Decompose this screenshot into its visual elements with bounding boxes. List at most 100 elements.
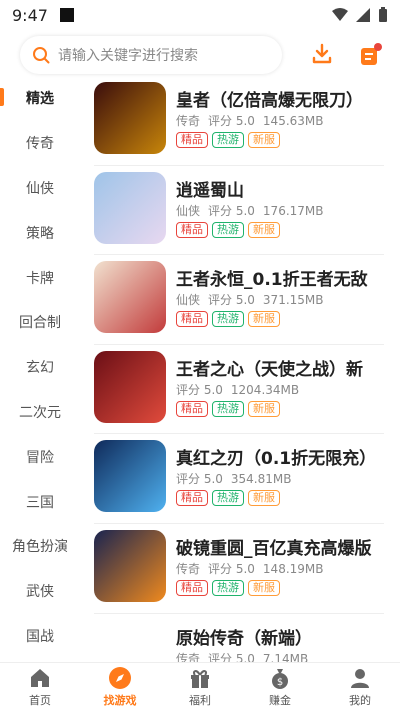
signal-icon bbox=[356, 8, 370, 22]
category-sidebar: 精选 传奇 仙侠 策略 卡牌 回合制 玄幻 二次元 冒险 三国 角色扮演 武侠 … bbox=[0, 76, 80, 662]
sidebar-item-label: 三国 bbox=[26, 494, 54, 511]
game-title: 原始传奇（新端） bbox=[176, 628, 312, 649]
tab-earn[interactable]: $ 赚金 bbox=[240, 663, 320, 711]
sidebar-item-maoxian[interactable]: 冒险 bbox=[0, 434, 80, 479]
game-title: 王者之心（天使之战）新 bbox=[176, 359, 363, 380]
game-title: 王者永恒_0.1折王者无敌 bbox=[176, 270, 368, 291]
svg-text:$: $ bbox=[277, 677, 283, 688]
game-tags: 精品 热游 新服 bbox=[176, 490, 280, 507]
battery-icon bbox=[379, 7, 387, 22]
sidebar-item-label: 精选 bbox=[26, 91, 54, 108]
game-title: 破镜重圆_百亿真充高爆版 bbox=[176, 538, 372, 559]
game-rating: 评分 5.0 bbox=[208, 203, 255, 218]
sidebar-item-guozhan[interactable]: 国战 bbox=[0, 614, 80, 659]
game-icon bbox=[94, 82, 166, 154]
game-icon bbox=[94, 350, 166, 423]
sidebar-item-label: 武侠 bbox=[26, 584, 54, 601]
money-bag-icon: $ bbox=[272, 669, 288, 689]
sidebar-item-juese[interactable]: 角色扮演 bbox=[0, 524, 80, 569]
sidebar-item-label: 策略 bbox=[26, 225, 54, 242]
tag-reyou: 热游 bbox=[212, 490, 244, 507]
tab-label: 赚金 bbox=[269, 694, 291, 707]
game-list-item[interactable]: 逍遥蜀山 仙侠 评分 5.0 176.17MB 精品 热游 新服 bbox=[94, 166, 384, 256]
game-icon bbox=[94, 261, 166, 334]
download-icon[interactable] bbox=[310, 42, 334, 66]
sidebar-item-label: 二次元 bbox=[19, 404, 61, 421]
search-row: 请输入关键字进行搜索 bbox=[20, 36, 390, 74]
sidebar-item-erciyuan[interactable]: 二次元 bbox=[0, 390, 80, 435]
sidebar-item-label: 国战 bbox=[26, 628, 54, 645]
game-rating: 评分 5.0 bbox=[176, 472, 223, 487]
sidebar-item-xianxia[interactable]: 仙侠 bbox=[0, 166, 80, 211]
game-size: 371.15MB bbox=[262, 293, 324, 308]
tag-xinfu: 新服 bbox=[248, 132, 280, 148]
game-size: 7.14MB bbox=[262, 651, 309, 662]
game-size: 148.19MB bbox=[262, 561, 324, 576]
message-icon[interactable] bbox=[358, 42, 382, 68]
wifi-icon bbox=[332, 8, 348, 21]
status-time: 9:47 bbox=[12, 5, 48, 25]
game-rating: 评分 5.0 bbox=[208, 293, 255, 308]
tag-reyou: 热游 bbox=[212, 579, 244, 596]
sidebar-item-xuanhuan[interactable]: 玄幻 bbox=[0, 345, 80, 390]
game-genre: 仙侠 bbox=[176, 293, 201, 308]
tag-reyou: 热游 bbox=[212, 132, 244, 148]
tab-mine[interactable]: 我的 bbox=[320, 663, 400, 711]
tab-welfare[interactable]: 福利 bbox=[160, 663, 240, 711]
sidebar-item-jingxuan[interactable]: 精选 bbox=[0, 76, 80, 121]
game-tags: 精品 热游 新服 bbox=[176, 400, 280, 417]
sidebar-item-label: 玄幻 bbox=[26, 360, 54, 377]
game-list-item[interactable]: 王者之心（天使之战）新 评分 5.0 1204.34MB 精品 热游 新服 bbox=[94, 345, 384, 435]
game-genre: 仙侠 bbox=[176, 203, 201, 218]
game-tags: 精品 热游 新服 bbox=[176, 579, 280, 596]
tag-xinfu: 新服 bbox=[248, 400, 280, 417]
sidebar-item-label: 仙侠 bbox=[26, 180, 54, 197]
game-meta: 传奇 评分 5.0 145.63MB bbox=[176, 112, 332, 129]
game-meta: 仙侠 评分 5.0 176.17MB bbox=[176, 202, 332, 219]
game-genre: 传奇 bbox=[176, 114, 201, 128]
game-tags: 精品 热游 新服 bbox=[176, 221, 280, 238]
tag-jingpin: 精品 bbox=[176, 311, 208, 328]
tab-label: 我的 bbox=[349, 694, 371, 707]
search-input[interactable]: 请输入关键字进行搜索 bbox=[20, 36, 282, 74]
compass-icon bbox=[109, 667, 131, 689]
tag-xinfu: 新服 bbox=[248, 579, 280, 596]
notification-icon bbox=[59, 8, 74, 22]
sidebar-item-wuxia[interactable]: 武侠 bbox=[0, 569, 80, 614]
sidebar-item-label: 卡牌 bbox=[26, 270, 54, 287]
tag-jingpin: 精品 bbox=[176, 221, 208, 238]
search-icon bbox=[33, 47, 50, 64]
tag-xinfu: 新服 bbox=[248, 490, 280, 507]
sidebar-item-chuanqi[interactable]: 传奇 bbox=[0, 121, 80, 166]
game-list-item[interactable]: 原始传奇（新端） 传奇 评分 5.0 7.14MB bbox=[94, 614, 384, 662]
sidebar-item-celue[interactable]: 策略 bbox=[0, 210, 80, 255]
game-size: 354.81MB bbox=[230, 472, 292, 487]
game-icon bbox=[94, 619, 166, 662]
sidebar-item-label: 回合制 bbox=[19, 315, 61, 332]
sidebar-item-huihezhi[interactable]: 回合制 bbox=[0, 300, 80, 345]
sidebar-item-sanguo[interactable]: 三国 bbox=[0, 479, 80, 524]
game-list-item[interactable]: 破镜重圆_百亿真充高爆版 传奇 评分 5.0 148.19MB 精品 热游 新服 bbox=[94, 524, 384, 614]
game-icon bbox=[94, 440, 166, 513]
tab-label: 找游戏 bbox=[103, 694, 137, 707]
game-list: 皇者（亿倍高爆无限刀） 传奇 评分 5.0 145.63MB 精品 热游 新服 逍遥蜀山… bbox=[94, 76, 384, 662]
tag-xinfu: 新服 bbox=[248, 221, 280, 238]
tab-home[interactable]: 首页 bbox=[0, 663, 80, 711]
game-title: 皇者（亿倍高爆无限刀） bbox=[176, 91, 363, 111]
tag-jingpin: 精品 bbox=[176, 132, 208, 148]
search-placeholder: 请输入关键字进行搜索 bbox=[58, 48, 198, 64]
game-rating: 评分 5.0 bbox=[208, 561, 255, 576]
tag-jingpin: 精品 bbox=[176, 490, 208, 507]
tab-find-games[interactable]: 找游戏 bbox=[80, 663, 160, 711]
game-title: 逍遥蜀山 bbox=[176, 180, 244, 201]
home-icon bbox=[31, 669, 49, 687]
bottom-tab-bar: 首页 找游戏 福利 $ 赚金 我的 bbox=[0, 662, 400, 711]
tag-jingpin: 精品 bbox=[176, 579, 208, 596]
game-list-item[interactable]: 真红之刃（0.1折无限充） 评分 5.0 354.81MB 精品 热游 新服 bbox=[94, 434, 384, 524]
game-size: 145.63MB bbox=[262, 114, 324, 128]
game-list-item[interactable]: 皇者（亿倍高爆无限刀） 传奇 评分 5.0 145.63MB 精品 热游 新服 bbox=[94, 76, 384, 166]
game-tags: 精品 热游 新服 bbox=[176, 311, 280, 328]
status-bar: 9:47 bbox=[0, 0, 400, 30]
game-list-item[interactable]: 王者永恒_0.1折王者无敌 仙侠 评分 5.0 371.15MB 精品 热游 新服 bbox=[94, 255, 384, 345]
sidebar-item-kapai[interactable]: 卡牌 bbox=[0, 255, 80, 300]
